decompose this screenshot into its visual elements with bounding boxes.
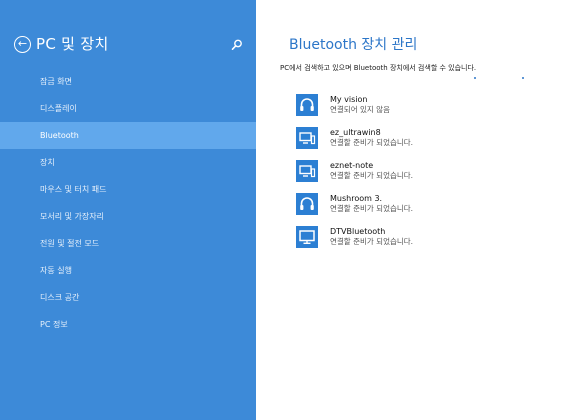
search-icon (231, 39, 242, 50)
device-item[interactable]: DTVBluetooth 연결할 준비가 되었습니다. (296, 224, 556, 257)
main-content: Bluetooth 장치 관리 PC에서 검색하고 있으며 Bluetooth … (256, 0, 564, 420)
device-icon (296, 226, 318, 248)
nav-item-power-sleep[interactable]: 전원 및 절전 모드 (0, 230, 256, 257)
computer-icon (299, 165, 316, 178)
device-icon (296, 193, 318, 215)
sidebar-header: ← PC 및 장치 (14, 34, 244, 56)
nav-item-lock-screen[interactable]: 잠금 화면 (0, 68, 256, 95)
device-item[interactable]: My vision 연결되어 있지 않음 (296, 92, 556, 125)
nav-item-label: 디스플레이 (40, 104, 77, 113)
nav-item-label: 전원 및 절전 모드 (40, 239, 100, 248)
nav-item-autoplay[interactable]: 자동 실행 (0, 257, 256, 284)
nav-item-label: PC 정보 (40, 320, 68, 329)
device-status: 연결할 준비가 되었습니다. (330, 204, 414, 213)
sidebar: ← PC 및 장치 잠금 화면 디스플레이 Bluetooth 장치 마우스 및… (0, 0, 256, 420)
device-list: My vision 연결되어 있지 않음 ez_ultrawin8 연결할 준비… (296, 92, 556, 257)
progress-dot (522, 77, 524, 79)
device-item[interactable]: ez_ultrawin8 연결할 준비가 되었습니다. (296, 125, 556, 158)
device-icon (296, 94, 318, 116)
device-status: 연결할 준비가 되었습니다. (330, 237, 414, 246)
page-title: Bluetooth 장치 관리 (289, 37, 418, 53)
device-status: 연결할 준비가 되었습니다. (330, 171, 414, 180)
device-icon (296, 160, 318, 182)
sidebar-title: PC 및 장치 (36, 35, 109, 53)
nav-item-corners-edges[interactable]: 모서리 및 가장자리 (0, 203, 256, 230)
nav-item-mouse-touchpad[interactable]: 마우스 및 터치 패드 (0, 176, 256, 203)
progress-dot (474, 77, 476, 79)
device-status: 연결되어 있지 않음 (330, 105, 390, 114)
back-arrow-icon: ← (17, 37, 28, 50)
computer-icon (299, 132, 316, 145)
device-item[interactable]: eznet-note 연결할 준비가 되었습니다. (296, 158, 556, 191)
search-button[interactable] (230, 37, 244, 51)
nav-item-label: 자동 실행 (40, 266, 72, 275)
nav-item-label: 장치 (40, 158, 55, 167)
nav-item-bluetooth[interactable]: Bluetooth (0, 122, 256, 149)
nav-item-display[interactable]: 디스플레이 (0, 95, 256, 122)
nav-item-label: Bluetooth (40, 131, 79, 140)
nav-item-label: 디스크 공간 (40, 293, 80, 302)
settings-nav: 잠금 화면 디스플레이 Bluetooth 장치 마우스 및 터치 패드 모서리… (0, 68, 256, 338)
device-status: 연결할 준비가 되었습니다. (330, 138, 414, 147)
nav-item-disk-space[interactable]: 디스크 공간 (0, 284, 256, 311)
device-item[interactable]: Mushroom 3. 연결할 준비가 되었습니다. (296, 191, 556, 224)
device-icon (296, 127, 318, 149)
back-button[interactable]: ← (14, 36, 31, 53)
nav-item-label: 마우스 및 터치 패드 (40, 185, 107, 194)
nav-item-label: 모서리 및 가장자리 (40, 212, 104, 221)
nav-item-pc-info[interactable]: PC 정보 (0, 311, 256, 338)
nav-item-label: 잠금 화면 (40, 77, 72, 86)
headset-icon (300, 98, 314, 111)
monitor-icon (299, 230, 315, 244)
page-description: PC에서 검색하고 있으며 Bluetooth 장치에서 검색할 수 있습니다. (280, 64, 477, 72)
progress-dots (256, 77, 564, 81)
nav-item-devices[interactable]: 장치 (0, 149, 256, 176)
headset-icon (300, 197, 314, 210)
